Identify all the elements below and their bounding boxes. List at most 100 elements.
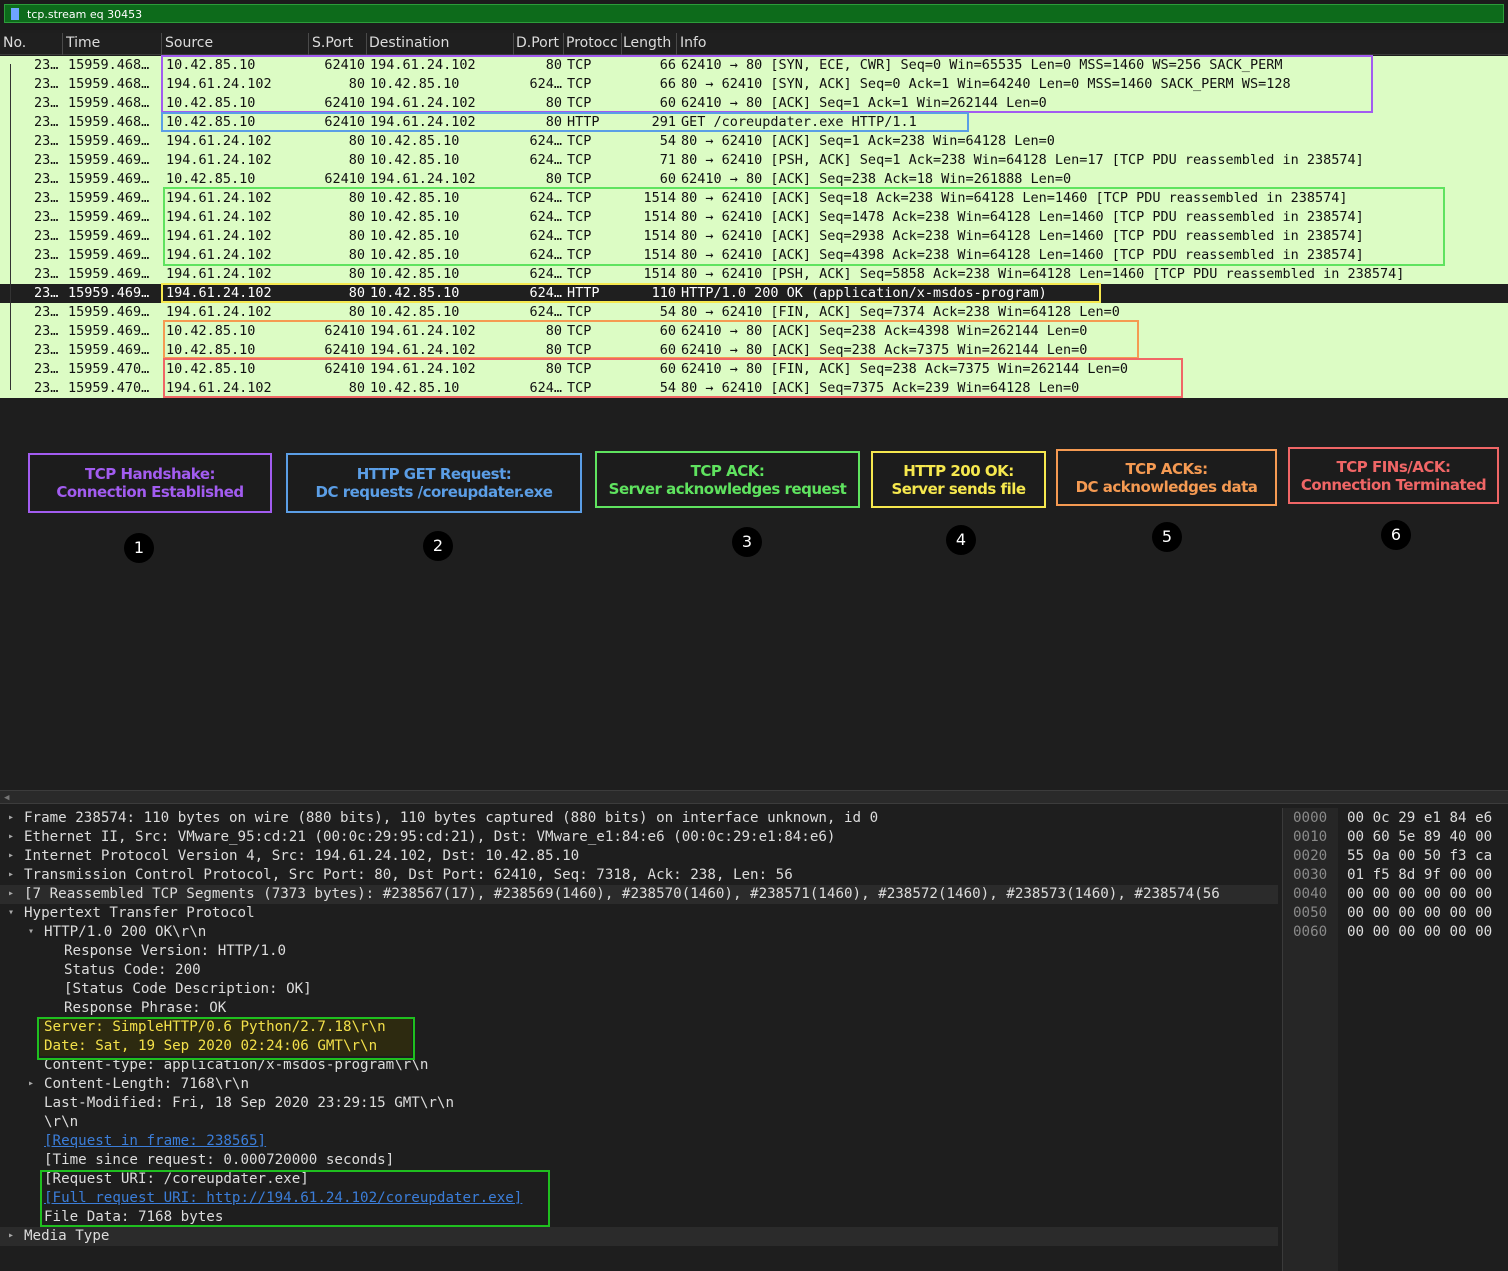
- packet-row[interactable]: 23… 15959.468… 10.42.85.10 62410 194.61.24.1…: [0, 56, 1508, 75]
- detail-line[interactable]: [Request URI: /coreupdater.exe]: [0, 1170, 1278, 1189]
- packet-cell-src: 10.42.85.10: [166, 323, 256, 339]
- packet-cell-src: 194.61.24.102: [166, 190, 272, 206]
- packet-cell-info: 80 → 62410 [PSH, ACK] Seq=1 Ack=238 Win=…: [681, 152, 1364, 168]
- packet-cell-no: 23…: [34, 247, 59, 263]
- expand-right-icon[interactable]: ▸: [8, 812, 14, 823]
- hex-bytes[interactable]: 00 00 00 00 00 00: [1347, 924, 1492, 940]
- detail-line[interactable]: ▸ Frame 238574: 110 bytes on wire (880 bi…: [0, 809, 1278, 828]
- column-header-length[interactable]: Length: [623, 35, 677, 51]
- detail-line[interactable]: Server: SimpleHTTP/0.6 Python/2.7.18\r\n: [0, 1018, 1278, 1037]
- packet-row[interactable]: 23… 15959.469… 10.42.85.10 62410 194.61.24.1…: [0, 341, 1508, 360]
- expand-right-icon[interactable]: ▸: [8, 888, 14, 899]
- packet-row[interactable]: 23… 15959.470… 194.61.24.102 80 10.42.85.10 6…: [0, 379, 1508, 398]
- hex-bytes[interactable]: 00 0c 29 e1 84 e6: [1347, 810, 1492, 826]
- packet-cell-src: 194.61.24.102: [166, 247, 272, 263]
- packet-row[interactable]: 23… 15959.468… 10.42.85.10 62410 194.61.24.1…: [0, 113, 1508, 132]
- detail-line[interactable]: ▸ [7 Reassembled TCP Segments (7373 bytes…: [0, 885, 1278, 904]
- detail-line[interactable]: [Full request URI: http://194.61.24.102/…: [0, 1189, 1278, 1208]
- column-header-protocol[interactable]: Protocc: [566, 35, 622, 51]
- detail-line[interactable]: Content-type: application/x-msdos-progra…: [0, 1056, 1278, 1075]
- detail-line[interactable]: ▸ Ethernet II, Src: VMware_95:cd:21 (00:0…: [0, 828, 1278, 847]
- packet-row[interactable]: 23… 15959.469… 194.61.24.102 80 10.42.85.10 6…: [0, 151, 1508, 170]
- packet-cell-dst: 10.42.85.10: [370, 209, 460, 225]
- detail-line[interactable]: [Status Code Description: OK]: [0, 980, 1278, 999]
- packet-row[interactable]: 23… 15959.468… 10.42.85.10 62410 194.61.24.1…: [0, 94, 1508, 113]
- hex-bytes[interactable]: 55 0a 00 50 f3 ca: [1347, 848, 1492, 864]
- expand-right-icon[interactable]: ▸: [8, 869, 14, 880]
- column-header-time[interactable]: Time: [66, 35, 160, 51]
- packet-cell-time: 15959.469…: [68, 133, 150, 149]
- packet-cell-sport: 62410: [324, 171, 365, 187]
- packet-cell-src: 10.42.85.10: [166, 342, 256, 358]
- detail-line[interactable]: Date: Sat, 19 Sep 2020 02:24:06 GMT\r\n: [0, 1037, 1278, 1056]
- packet-row[interactable]: 23… 15959.469… 194.61.24.102 80 10.42.85.10 6…: [0, 189, 1508, 208]
- packet-cell-dport: 624…: [529, 266, 562, 282]
- packet-cell-dport: 624…: [529, 247, 562, 263]
- packet-row[interactable]: 23… 15959.468… 194.61.24.102 80 10.42.85.10 6…: [0, 75, 1508, 94]
- detail-line-text: [Time since request: 0.000720000 seconds…: [44, 1152, 395, 1168]
- expand-right-icon[interactable]: ▸: [8, 831, 14, 842]
- expand-down-icon[interactable]: ▾: [28, 926, 34, 937]
- hex-bytes[interactable]: 01 f5 8d 9f 00 00: [1347, 867, 1492, 883]
- detail-line[interactable]: Response Phrase: OK: [0, 999, 1278, 1018]
- detail-line[interactable]: [Request in frame: 238565]: [0, 1132, 1278, 1151]
- detail-line[interactable]: ▸ Media Type: [0, 1227, 1278, 1246]
- column-header-destination[interactable]: Destination: [369, 35, 509, 51]
- packet-cell-dport: 80: [545, 361, 562, 377]
- packet-row[interactable]: 23… 15959.469… 10.42.85.10 62410 194.61.24.1…: [0, 322, 1508, 341]
- detail-line[interactable]: ▾ Hypertext Transfer Protocol: [0, 904, 1278, 923]
- packet-cell-dst: 10.42.85.10: [370, 304, 460, 320]
- column-header-source[interactable]: Source: [165, 35, 305, 51]
- detail-line[interactable]: File Data: 7168 bytes: [0, 1208, 1278, 1227]
- display-filter-text: tcp.stream eq 30453: [27, 8, 143, 21]
- hex-offset: 0020: [1293, 848, 1328, 864]
- expand-right-icon[interactable]: ▸: [8, 1230, 14, 1241]
- packet-cell-time: 15959.469…: [68, 342, 150, 358]
- detail-line[interactable]: [Time since request: 0.000720000 seconds…: [0, 1151, 1278, 1170]
- packet-row[interactable]: 23… 15959.469… 10.42.85.10 62410 194.61.24.1…: [0, 170, 1508, 189]
- packet-cell-time: 15959.469…: [68, 152, 150, 168]
- step-number-4: 4: [946, 525, 976, 555]
- packet-row[interactable]: 23… 15959.469… 194.61.24.102 80 10.42.85.10 6…: [0, 227, 1508, 246]
- detail-line[interactable]: ▸ Content-Length: 7168\r\n: [0, 1075, 1278, 1094]
- pane-splitter[interactable]: ◀: [0, 790, 1508, 804]
- detail-line[interactable]: Status Code: 200: [0, 961, 1278, 980]
- packet-cell-no: 23…: [34, 228, 59, 244]
- packet-row[interactable]: 23… 15959.469… 194.61.24.102 80 10.42.85.10 6…: [0, 132, 1508, 151]
- scroll-left-icon[interactable]: ◀: [4, 793, 9, 803]
- column-header-sport[interactable]: S.Port: [312, 35, 364, 51]
- packet-cell-dst: 194.61.24.102: [370, 57, 476, 73]
- packet-cell-sport: 62410: [324, 361, 365, 377]
- packet-cell-proto: TCP: [567, 361, 592, 377]
- expand-down-icon[interactable]: ▾: [8, 907, 14, 918]
- packet-cell-dst: 194.61.24.102: [370, 323, 476, 339]
- display-filter-input[interactable]: tcp.stream eq 30453: [4, 4, 1504, 23]
- detail-line[interactable]: \r\n: [0, 1113, 1278, 1132]
- packet-cell-time: 15959.469…: [68, 228, 150, 244]
- packet-cell-len: 110: [651, 285, 676, 301]
- expand-right-icon[interactable]: ▸: [28, 1078, 34, 1089]
- packet-row[interactable]: 23… 15959.469… 194.61.24.102 80 10.42.85.10 6…: [0, 265, 1508, 284]
- packet-row[interactable]: 23… 15959.470… 10.42.85.10 62410 194.61.24.1…: [0, 360, 1508, 379]
- packet-row[interactable]: 23… 15959.469… 194.61.24.102 80 10.42.85.10 6…: [0, 284, 1508, 303]
- hex-bytes[interactable]: 00 00 00 00 00 00: [1347, 905, 1492, 921]
- packet-cell-info: 80 → 62410 [SYN, ACK] Seq=0 Ack=1 Win=64…: [681, 76, 1291, 92]
- packet-cell-len: 1514: [643, 190, 676, 206]
- column-header-no[interactable]: No.: [3, 35, 61, 51]
- detail-line[interactable]: ▸ Internet Protocol Version 4, Src: 194.6…: [0, 847, 1278, 866]
- expand-right-icon[interactable]: ▸: [8, 850, 14, 861]
- bookmark-icon[interactable]: [11, 8, 19, 20]
- detail-line[interactable]: ▾ HTTP/1.0 200 OK\r\n: [0, 923, 1278, 942]
- hex-bytes[interactable]: 00 00 00 00 00 00: [1347, 886, 1492, 902]
- detail-line[interactable]: Last-Modified: Fri, 18 Sep 2020 23:29:15…: [0, 1094, 1278, 1113]
- hex-bytes[interactable]: 00 60 5e 89 40 00: [1347, 829, 1492, 845]
- detail-line[interactable]: Response Version: HTTP/1.0: [0, 942, 1278, 961]
- packet-row[interactable]: 23… 15959.469… 194.61.24.102 80 10.42.85.10 6…: [0, 246, 1508, 265]
- packet-cell-src: 10.42.85.10: [166, 171, 256, 187]
- packet-row[interactable]: 23… 15959.469… 194.61.24.102 80 10.42.85.10 6…: [0, 303, 1508, 322]
- detail-line[interactable]: ▸ Transmission Control Protocol, Src Port…: [0, 866, 1278, 885]
- column-header-info[interactable]: Info: [680, 35, 780, 51]
- packet-cell-time: 15959.469…: [68, 304, 150, 320]
- column-header-dport[interactable]: D.Port: [516, 35, 562, 51]
- packet-row[interactable]: 23… 15959.469… 194.61.24.102 80 10.42.85.10 6…: [0, 208, 1508, 227]
